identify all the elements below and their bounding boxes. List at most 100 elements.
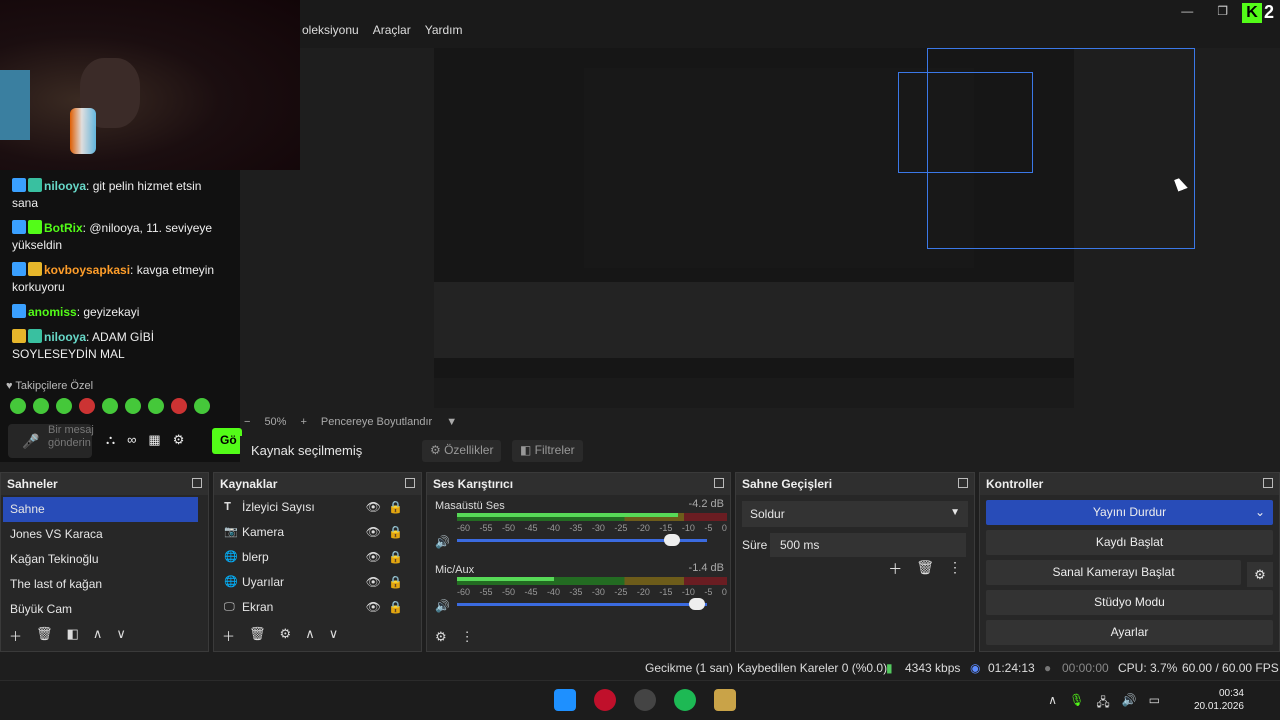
volume-slider[interactable] — [457, 603, 707, 606]
trash-icon[interactable]: 🗑 — [249, 626, 266, 645]
spotify-icon[interactable] — [674, 689, 696, 711]
stop-stream-button[interactable]: Yayını Durdur ⌄ — [986, 500, 1273, 525]
chat-username[interactable]: kovboysapkasi — [44, 263, 130, 277]
cpu-usage: CPU: 3.7% — [1118, 661, 1178, 675]
chevron-down-icon[interactable]: ⌄ — [1255, 500, 1265, 525]
lock-icon[interactable]: 🔒 — [388, 545, 403, 570]
lock-icon[interactable]: 🔒 — [388, 595, 403, 620]
sources-toolbar: ＋ 🗑 ⚙ ∧ ∨ — [222, 626, 338, 645]
filter-icon[interactable]: ◧ — [67, 626, 79, 645]
infinity-icon[interactable]: ∞ — [127, 432, 136, 448]
source-item[interactable]: 𝐓 İzleyici Sayısı 👁 🔒 — [214, 495, 421, 520]
add-icon[interactable]: ＋ — [222, 626, 235, 645]
trash-icon[interactable]: 🗑 — [36, 626, 53, 645]
source-item[interactable]: 🌐 blerp 👁 🔒 — [214, 545, 421, 570]
chevron-down-icon[interactable]: ∨ — [329, 626, 339, 645]
gear-icon[interactable]: ⚙ — [280, 626, 292, 645]
opera-icon[interactable] — [594, 689, 616, 711]
store-icon[interactable]: ▦ — [148, 432, 160, 448]
emote-icon[interactable] — [56, 398, 72, 414]
more-icon[interactable]: ⋮ — [461, 629, 474, 645]
restore-icon[interactable]: ❐ — [1217, 4, 1228, 18]
chat-username[interactable]: anomiss — [28, 305, 77, 319]
emote-icon[interactable] — [171, 398, 187, 414]
virtual-camera-button[interactable]: Sanal Kamerayı Başlat — [986, 560, 1241, 585]
lock-icon[interactable]: 🔒 — [388, 495, 403, 520]
chevron-up-icon[interactable]: ∧ — [93, 626, 103, 645]
eye-icon[interactable]: 👁 — [366, 570, 381, 595]
gear-icon[interactable]: ⚙ — [1247, 562, 1273, 587]
emote-icon[interactable] — [33, 398, 49, 414]
volume-knob[interactable] — [664, 534, 680, 546]
volume-icon[interactable]: 🔊 — [1122, 693, 1137, 714]
trash-icon[interactable]: 🗑 — [916, 559, 934, 579]
source-item[interactable]: 📷 Kamera 👁 🔒 — [214, 520, 421, 545]
undock-icon[interactable] — [958, 478, 968, 488]
settings-button[interactable]: Ayarlar — [986, 620, 1273, 645]
emote-icon[interactable] — [125, 398, 141, 414]
eye-icon[interactable]: 👁 — [366, 595, 381, 620]
emote-icon[interactable] — [148, 398, 164, 414]
network-icon[interactable]: 🖧 — [1096, 693, 1109, 714]
add-icon[interactable]: ＋ — [9, 626, 22, 645]
app-icon[interactable] — [714, 689, 736, 711]
scene-item[interactable]: The last of kağan — [1, 572, 208, 597]
zoom-in-button[interactable]: + — [300, 416, 306, 428]
filters-button[interactable]: ◧ Filtreler — [512, 440, 583, 462]
minimize-icon[interactable]: — — [1181, 4, 1193, 18]
chat-input[interactable]: 🎤 Bir mesaj gönderin — [8, 424, 94, 458]
mic-icon[interactable]: 🎤 — [22, 433, 39, 450]
obs-icon[interactable] — [634, 689, 656, 711]
emote-icon[interactable] — [10, 398, 26, 414]
scene-item[interactable]: Büyük Cam — [1, 597, 208, 622]
scene-transitions-dock: Sahne Geçişleri Soldur ▼ Süre 500 ms ＋ 🗑 … — [735, 472, 975, 652]
emote-icon[interactable] — [194, 398, 210, 414]
add-icon[interactable]: ＋ — [888, 559, 902, 579]
lock-icon[interactable]: 🔒 — [388, 520, 403, 545]
undock-icon[interactable] — [192, 478, 202, 488]
duration-input[interactable]: 500 ms — [770, 533, 966, 557]
transition-select[interactable]: Soldur ▼ — [742, 501, 968, 527]
volume-knob[interactable] — [689, 598, 705, 610]
menu-tools[interactable]: Araçlar — [373, 23, 411, 37]
properties-button[interactable]: ⚙ Özellikler — [422, 440, 502, 462]
start-recording-button[interactable]: Kaydı Başlat — [986, 530, 1273, 555]
scene-item[interactable]: Sahne — [3, 497, 198, 522]
emote-icon[interactable] — [79, 398, 95, 414]
speaker-icon[interactable]: 🔊 — [435, 535, 450, 549]
chevron-up-icon[interactable]: ∧ — [305, 626, 315, 645]
undock-icon[interactable] — [714, 478, 724, 488]
scene-item[interactable]: Kağan Tekinoğlu — [1, 547, 208, 572]
chat-username[interactable]: nilooya — [44, 330, 86, 344]
speaker-icon[interactable]: 🔊 — [435, 599, 450, 613]
scene-item[interactable]: Jones VS Karaca — [1, 522, 208, 547]
menu-help[interactable]: Yardım — [425, 23, 463, 37]
send-button[interactable]: Gö — [212, 428, 242, 454]
mic-icon[interactable]: 🎙 — [1069, 693, 1084, 714]
eye-icon[interactable]: 👁 — [366, 495, 381, 520]
source-item[interactable]: 🌐 Uyarılar 👁 🔒 — [214, 570, 421, 595]
eye-icon[interactable]: 👁 — [366, 545, 381, 570]
advanced-audio-icon[interactable]: ⚙ — [435, 629, 447, 645]
fit-to-window-select[interactable]: Pencereye Boyutlandır — [321, 416, 432, 428]
chevron-down-icon[interactable]: ∨ — [116, 626, 126, 645]
source-item[interactable]: 🖵 Ekran 👁 🔒 — [214, 595, 421, 620]
lock-icon[interactable]: 🔒 — [388, 570, 403, 595]
chat-username[interactable]: BotRix — [44, 221, 83, 235]
zoom-out-button[interactable]: − — [244, 416, 250, 428]
users-icon[interactable]: ⛬ — [106, 432, 115, 448]
chat-username[interactable]: nilooya — [44, 179, 86, 193]
more-icon[interactable]: ⋮ — [948, 559, 962, 579]
emote-icon[interactable] — [102, 398, 118, 414]
undock-icon[interactable] — [1263, 478, 1273, 488]
gear-icon[interactable]: ⚙ — [173, 432, 185, 448]
chevron-down-icon[interactable]: ▼ — [446, 416, 457, 428]
windows-start-icon[interactable] — [554, 689, 576, 711]
clock[interactable]: 00:34 20.01.2026 — [1194, 687, 1244, 713]
studio-mode-button[interactable]: Stüdyo Modu — [986, 590, 1273, 615]
undock-icon[interactable] — [405, 478, 415, 488]
eye-icon[interactable]: 👁 — [366, 520, 381, 545]
battery-icon[interactable]: ▭ — [1149, 693, 1160, 714]
menu-scene-collection[interactable]: oleksiyonu — [302, 23, 359, 37]
chevron-up-icon[interactable]: ∧ — [1048, 693, 1057, 714]
